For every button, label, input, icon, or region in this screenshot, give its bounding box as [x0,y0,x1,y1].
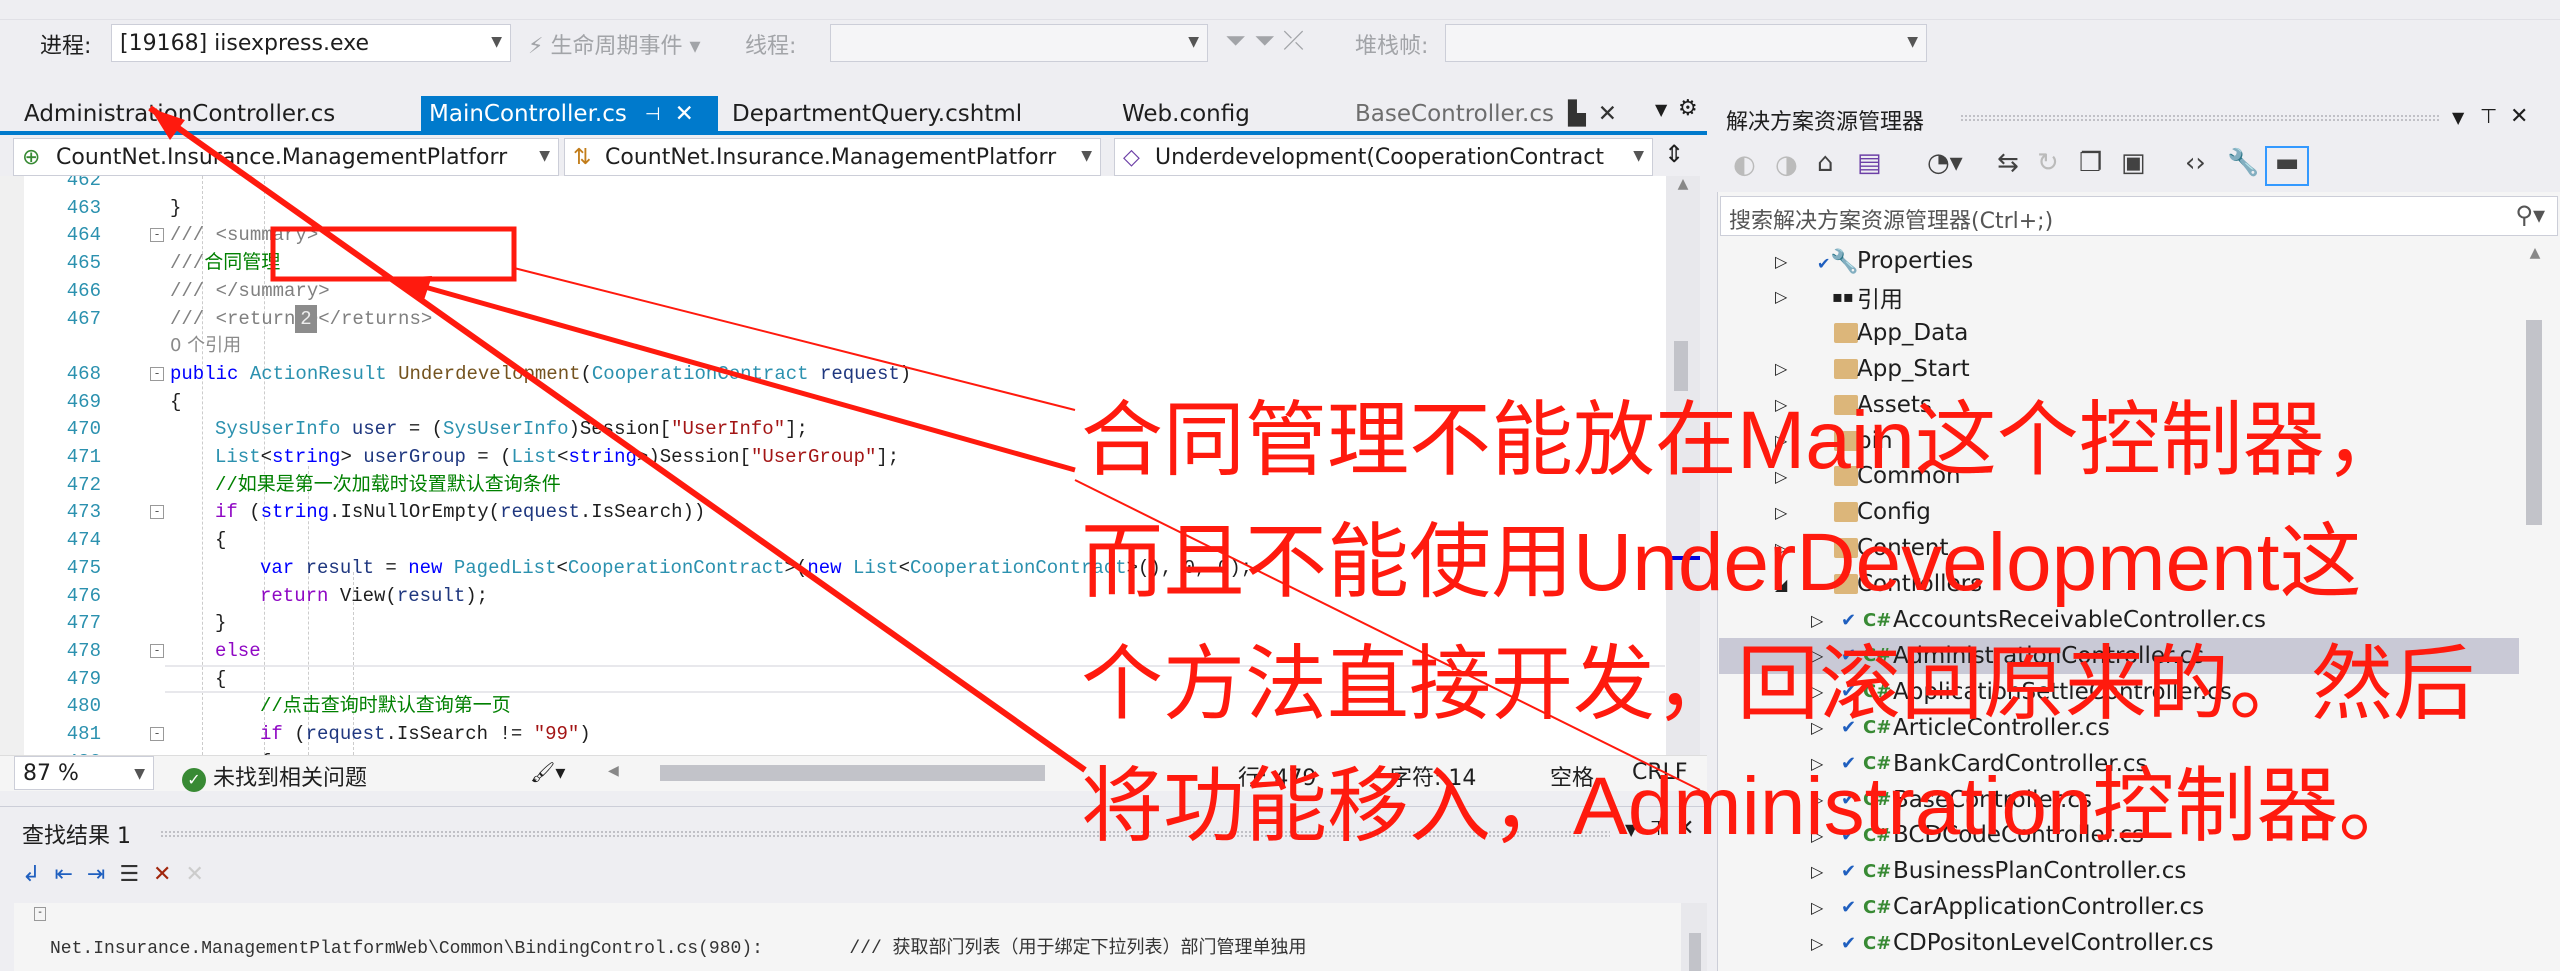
annotation-line: 将功能移入，Administration控制器。 [1081,761,2421,852]
annotation-box [270,226,517,282]
annotation-text: 合同管理不能放在Main这个控制器， 而且不能使用UnderDevelopmen… [1081,380,2475,868]
annotation-line: 合同管理不能放在Main这个控制器， [1081,395,2407,486]
arrow-to-admin-tab [148,105,1087,773]
arrow-to-box [399,277,1076,473]
arrowhead [150,108,185,140]
annotation-line: 而且不能使用UnderDevelopment这 [1081,517,2362,608]
annotation-line: 个方法直接开发，回滚回原来的。然后 [1081,639,2476,730]
